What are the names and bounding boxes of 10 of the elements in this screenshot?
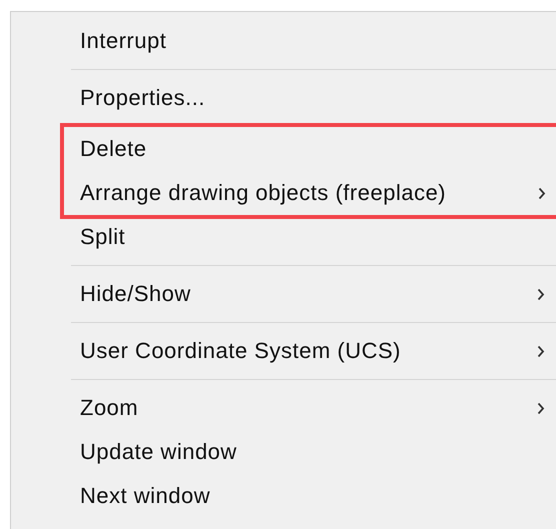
menu-item[interactable]: Hide/Show bbox=[11, 272, 556, 316]
menu-item[interactable]: Interrupt bbox=[11, 19, 556, 63]
menu-item[interactable]: Next window bbox=[11, 474, 556, 518]
menu-item[interactable]: Arrange drawing objects (freeplace) bbox=[64, 171, 556, 215]
menu-item[interactable]: User Coordinate System (UCS) bbox=[11, 329, 556, 373]
menu-item[interactable]: Split bbox=[11, 215, 556, 259]
menu-item[interactable]: Delete bbox=[64, 127, 556, 171]
menu-item[interactable]: Update window bbox=[11, 430, 556, 474]
menu-item[interactable]: Properties... bbox=[11, 76, 556, 120]
menu-item[interactable]: Zoom bbox=[11, 386, 556, 430]
